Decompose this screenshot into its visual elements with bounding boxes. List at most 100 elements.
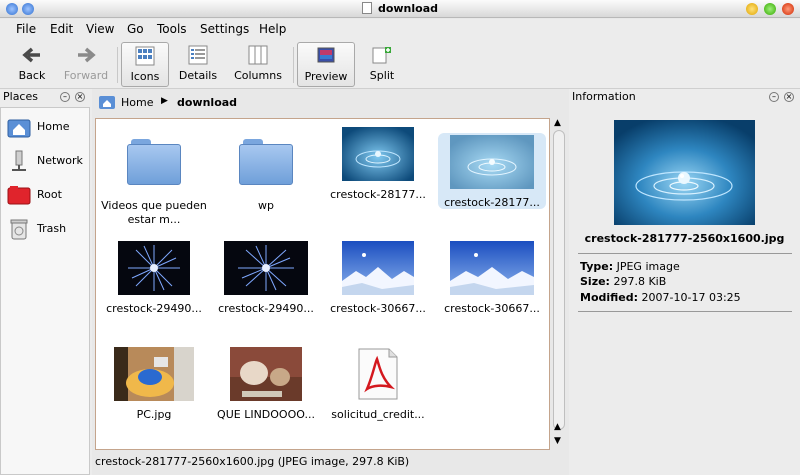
file-item[interactable]: crestock-29490... bbox=[100, 241, 208, 315]
menu-settings[interactable]: Settings bbox=[200, 22, 249, 36]
vertical-scrollbar[interactable]: ▲ ▲ ▼ bbox=[552, 118, 566, 450]
firework-thumbnail bbox=[118, 241, 190, 295]
split-button[interactable]: Split bbox=[362, 42, 402, 87]
window-title: download bbox=[0, 2, 800, 15]
details-view-button[interactable]: Details bbox=[174, 42, 222, 87]
pdf-document-icon bbox=[358, 348, 398, 400]
place-root-label: Root bbox=[37, 188, 62, 201]
file-item-label: Videos que pueden estar m... bbox=[101, 199, 207, 226]
breadcrumb-current[interactable]: download bbox=[177, 96, 237, 109]
info-size-label: Size: bbox=[580, 275, 610, 288]
back-arrow-icon bbox=[22, 47, 40, 63]
icons-view-button[interactable]: Icons bbox=[121, 42, 169, 87]
place-trash[interactable]: Trash bbox=[5, 214, 89, 244]
columns-view-icon bbox=[248, 45, 268, 65]
icons-view-icon bbox=[135, 46, 155, 66]
places-list: Home Network Root Trash bbox=[0, 107, 90, 475]
file-item[interactable]: wp bbox=[212, 127, 320, 229]
places-header: Places – × bbox=[0, 89, 92, 105]
menu-file[interactable]: File bbox=[16, 22, 36, 36]
place-home-label: Home bbox=[37, 120, 70, 133]
preview-label: Preview bbox=[304, 70, 348, 83]
place-home[interactable]: Home bbox=[5, 112, 89, 142]
info-filename: crestock-281777-2560x1600.jpg bbox=[584, 232, 785, 245]
places-title: Places bbox=[3, 90, 38, 103]
file-item-label: crestock-30667... bbox=[330, 302, 426, 315]
divider bbox=[578, 253, 792, 254]
file-item[interactable]: PC.jpg bbox=[100, 347, 208, 421]
split-label: Split bbox=[369, 69, 395, 82]
panel-close-button[interactable]: × bbox=[784, 92, 794, 102]
file-item[interactable]: crestock-28177... bbox=[324, 127, 432, 213]
file-item-label: PC.jpg bbox=[136, 408, 172, 421]
place-network[interactable]: Network bbox=[5, 146, 89, 176]
breadcrumb-home[interactable]: Home bbox=[121, 96, 153, 109]
photo-thumbnail bbox=[114, 347, 194, 401]
information-title: Information bbox=[572, 90, 636, 103]
file-item-label: crestock-29490... bbox=[106, 302, 202, 315]
file-item-label: wp bbox=[258, 199, 274, 212]
panel-float-button[interactable]: – bbox=[769, 92, 779, 102]
file-item-label: crestock-28177... bbox=[444, 196, 540, 209]
scrollbar-trough[interactable] bbox=[553, 130, 565, 430]
details-label: Details bbox=[178, 69, 218, 82]
file-view: Videos que pueden estar m... wp crestock… bbox=[95, 118, 550, 450]
divider bbox=[578, 311, 792, 312]
details-view-icon bbox=[188, 45, 208, 65]
preview-button[interactable]: Preview bbox=[297, 42, 355, 87]
menu-go[interactable]: Go bbox=[127, 22, 144, 36]
toolbar: Back Forward Icons Details Columns Previ… bbox=[0, 39, 800, 89]
file-item-label: crestock-29490... bbox=[218, 302, 314, 315]
mountain-thumbnail bbox=[450, 241, 534, 295]
file-item-selected[interactable]: crestock-28177... bbox=[438, 133, 546, 209]
trash-icon bbox=[10, 219, 28, 240]
file-item[interactable]: solicitud_credit... bbox=[324, 347, 432, 421]
menu-edit[interactable]: Edit bbox=[50, 22, 73, 36]
file-item-label: QUE LINDOOOO... bbox=[217, 408, 315, 421]
panel-close-button[interactable]: × bbox=[75, 92, 85, 102]
scroll-down-icon[interactable]: ▲ bbox=[554, 422, 561, 432]
columns-label: Columns bbox=[234, 69, 282, 82]
maximize-button[interactable] bbox=[764, 3, 776, 15]
close-button[interactable] bbox=[782, 3, 794, 15]
place-root[interactable]: Root bbox=[5, 180, 89, 210]
preview-image bbox=[614, 120, 755, 225]
network-icon bbox=[12, 150, 26, 171]
forward-button[interactable]: Forward bbox=[60, 42, 112, 87]
scroll-up-icon[interactable]: ▲ bbox=[554, 118, 561, 128]
info-size-value: 297.8 KiB bbox=[613, 275, 667, 288]
file-item-label: crestock-28177... bbox=[330, 188, 426, 201]
split-view-icon bbox=[372, 47, 391, 64]
document-icon bbox=[361, 2, 372, 14]
breadcrumb: Home ▶ download bbox=[95, 93, 569, 113]
information-header: Information – × bbox=[569, 89, 800, 105]
forward-label: Forward bbox=[63, 69, 109, 82]
scroll-down-icon[interactable]: ▼ bbox=[554, 436, 561, 446]
file-item-label: crestock-30667... bbox=[444, 302, 540, 315]
menu-tools[interactable]: Tools bbox=[157, 22, 187, 36]
preview-icon bbox=[317, 47, 335, 63]
columns-view-button[interactable]: Columns bbox=[228, 42, 288, 87]
panel-float-button[interactable]: – bbox=[60, 92, 70, 102]
file-item[interactable]: QUE LINDOOOO... bbox=[212, 347, 320, 421]
back-button[interactable]: Back bbox=[10, 42, 54, 87]
file-item[interactable]: crestock-29490... bbox=[212, 241, 320, 315]
status-bar: crestock-281777-2560x1600.jpg (JPEG imag… bbox=[95, 455, 410, 468]
file-item[interactable]: crestock-30667... bbox=[438, 241, 546, 315]
water-drop-thumbnail bbox=[450, 135, 534, 189]
window-title-text: download bbox=[377, 2, 439, 15]
place-trash-label: Trash bbox=[37, 222, 67, 235]
root-folder-icon bbox=[7, 186, 31, 205]
toolbar-separator bbox=[117, 47, 118, 83]
info-type-row: Type: JPEG image bbox=[580, 260, 680, 273]
water-drop-thumbnail bbox=[342, 127, 414, 181]
minimize-button[interactable] bbox=[746, 3, 758, 15]
menu-help[interactable]: Help bbox=[259, 22, 286, 36]
back-label: Back bbox=[18, 69, 46, 82]
file-item[interactable]: crestock-30667... bbox=[324, 241, 432, 315]
file-item[interactable]: Videos que pueden estar m... bbox=[100, 127, 208, 229]
place-network-label: Network bbox=[37, 154, 83, 167]
menu-view[interactable]: View bbox=[86, 22, 114, 36]
home-icon[interactable] bbox=[99, 95, 115, 109]
folder-icon bbox=[127, 139, 181, 185]
